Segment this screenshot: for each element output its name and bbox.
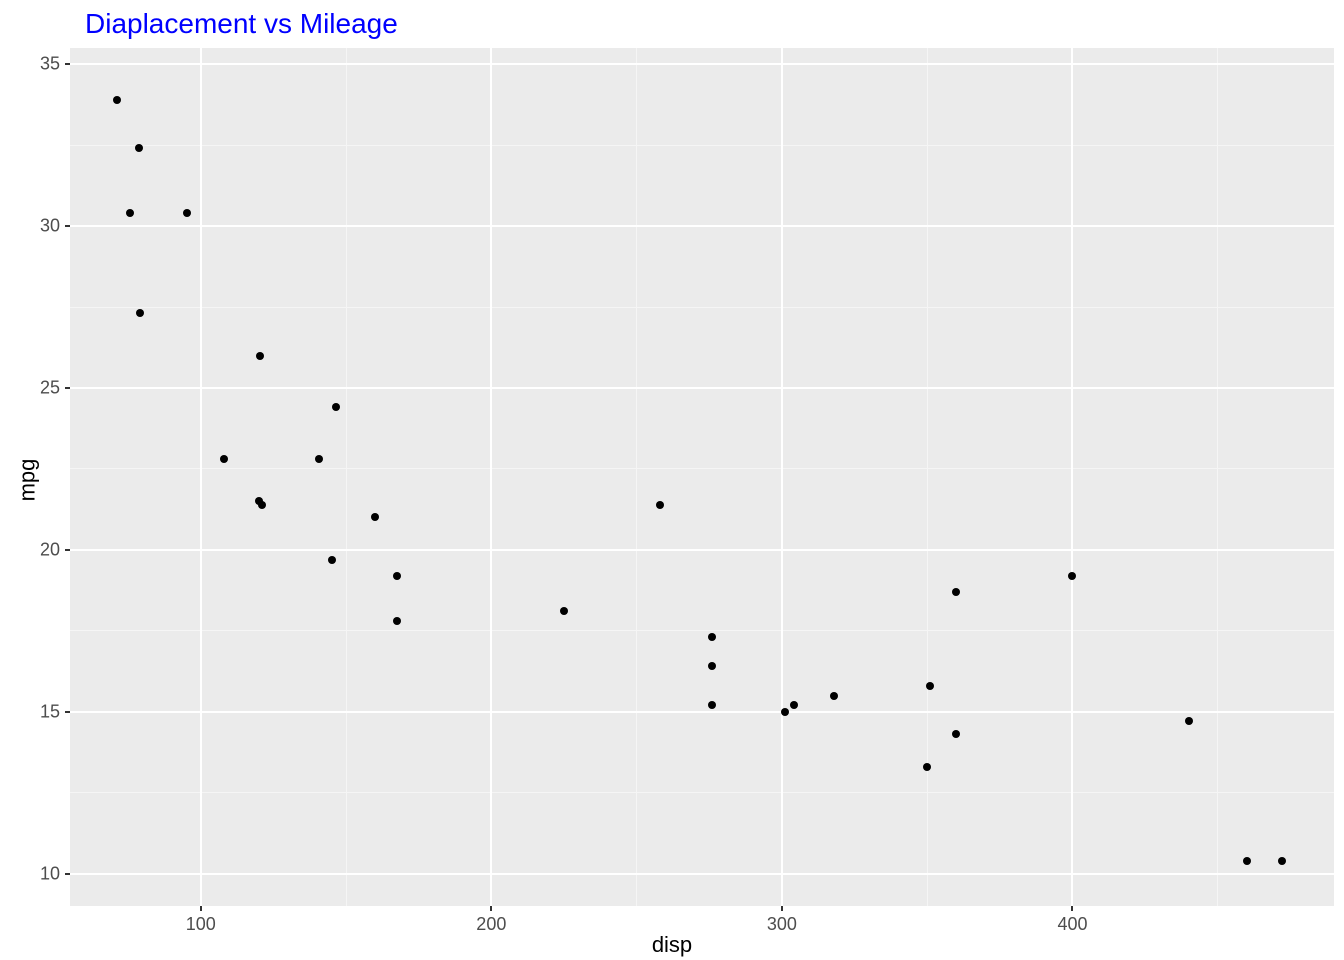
data-point xyxy=(952,588,960,596)
scatter-chart: Diaplacement vs Mileage mpg disp 100 200 3… xyxy=(0,0,1344,960)
data-point xyxy=(708,633,716,641)
grid-minor-h xyxy=(70,792,1334,793)
y-tick xyxy=(65,711,70,713)
data-point xyxy=(560,607,568,615)
x-tick xyxy=(490,906,492,911)
data-point xyxy=(952,730,960,738)
y-tick xyxy=(65,387,70,389)
data-point xyxy=(258,501,266,509)
data-point xyxy=(113,96,121,104)
x-tick-label: 100 xyxy=(186,914,216,935)
y-axis-label: mpg xyxy=(14,459,40,502)
y-tick-label: 10 xyxy=(40,863,60,884)
grid-major-v xyxy=(490,48,492,906)
grid-major-h xyxy=(70,711,1334,713)
y-tick-label: 15 xyxy=(40,701,60,722)
x-tick-label: 300 xyxy=(767,914,797,935)
x-axis-label: disp xyxy=(0,932,1344,958)
data-point xyxy=(136,309,144,317)
data-point xyxy=(708,662,716,670)
grid-major-h xyxy=(70,873,1334,875)
grid-minor-h xyxy=(70,307,1334,308)
data-point xyxy=(328,556,336,564)
data-point xyxy=(183,209,191,217)
plot-panel xyxy=(70,48,1334,906)
x-tick-label: 200 xyxy=(476,914,506,935)
data-point xyxy=(393,572,401,580)
data-point xyxy=(332,403,340,411)
grid-minor-v xyxy=(1217,48,1218,906)
y-tick xyxy=(65,225,70,227)
x-tick xyxy=(200,906,202,911)
data-point xyxy=(926,682,934,690)
grid-major-h xyxy=(70,225,1334,227)
data-point xyxy=(315,455,323,463)
x-tick-label: 400 xyxy=(1057,914,1087,935)
grid-major-h xyxy=(70,387,1334,389)
data-point xyxy=(830,692,838,700)
grid-major-v xyxy=(781,48,783,906)
data-point xyxy=(790,701,798,709)
data-point xyxy=(781,708,789,716)
data-point xyxy=(126,209,134,217)
data-point xyxy=(1278,857,1286,865)
data-point xyxy=(135,144,143,152)
data-point xyxy=(923,763,931,771)
data-point xyxy=(656,501,664,509)
x-tick xyxy=(781,906,783,911)
y-tick xyxy=(65,549,70,551)
data-point xyxy=(393,617,401,625)
y-tick-label: 35 xyxy=(40,54,60,75)
grid-major-v xyxy=(1071,48,1073,906)
data-point xyxy=(256,352,264,360)
y-tick-label: 30 xyxy=(40,216,60,237)
grid-major-h xyxy=(70,63,1334,65)
data-point xyxy=(371,513,379,521)
y-tick xyxy=(65,63,70,65)
data-point xyxy=(1068,572,1076,580)
x-tick xyxy=(1071,906,1073,911)
grid-minor-v xyxy=(927,48,928,906)
data-point xyxy=(1185,717,1193,725)
grid-minor-h xyxy=(70,145,1334,146)
y-tick xyxy=(65,873,70,875)
grid-minor-h xyxy=(70,468,1334,469)
grid-major-v xyxy=(200,48,202,906)
grid-minor-v xyxy=(636,48,637,906)
data-point xyxy=(1243,857,1251,865)
y-tick-label: 20 xyxy=(40,539,60,560)
grid-minor-v xyxy=(346,48,347,906)
data-point xyxy=(220,455,228,463)
y-tick-label: 25 xyxy=(40,377,60,398)
grid-major-h xyxy=(70,549,1334,551)
chart-title: Diaplacement vs Mileage xyxy=(85,8,398,40)
grid-minor-h xyxy=(70,630,1334,631)
data-point xyxy=(708,701,716,709)
